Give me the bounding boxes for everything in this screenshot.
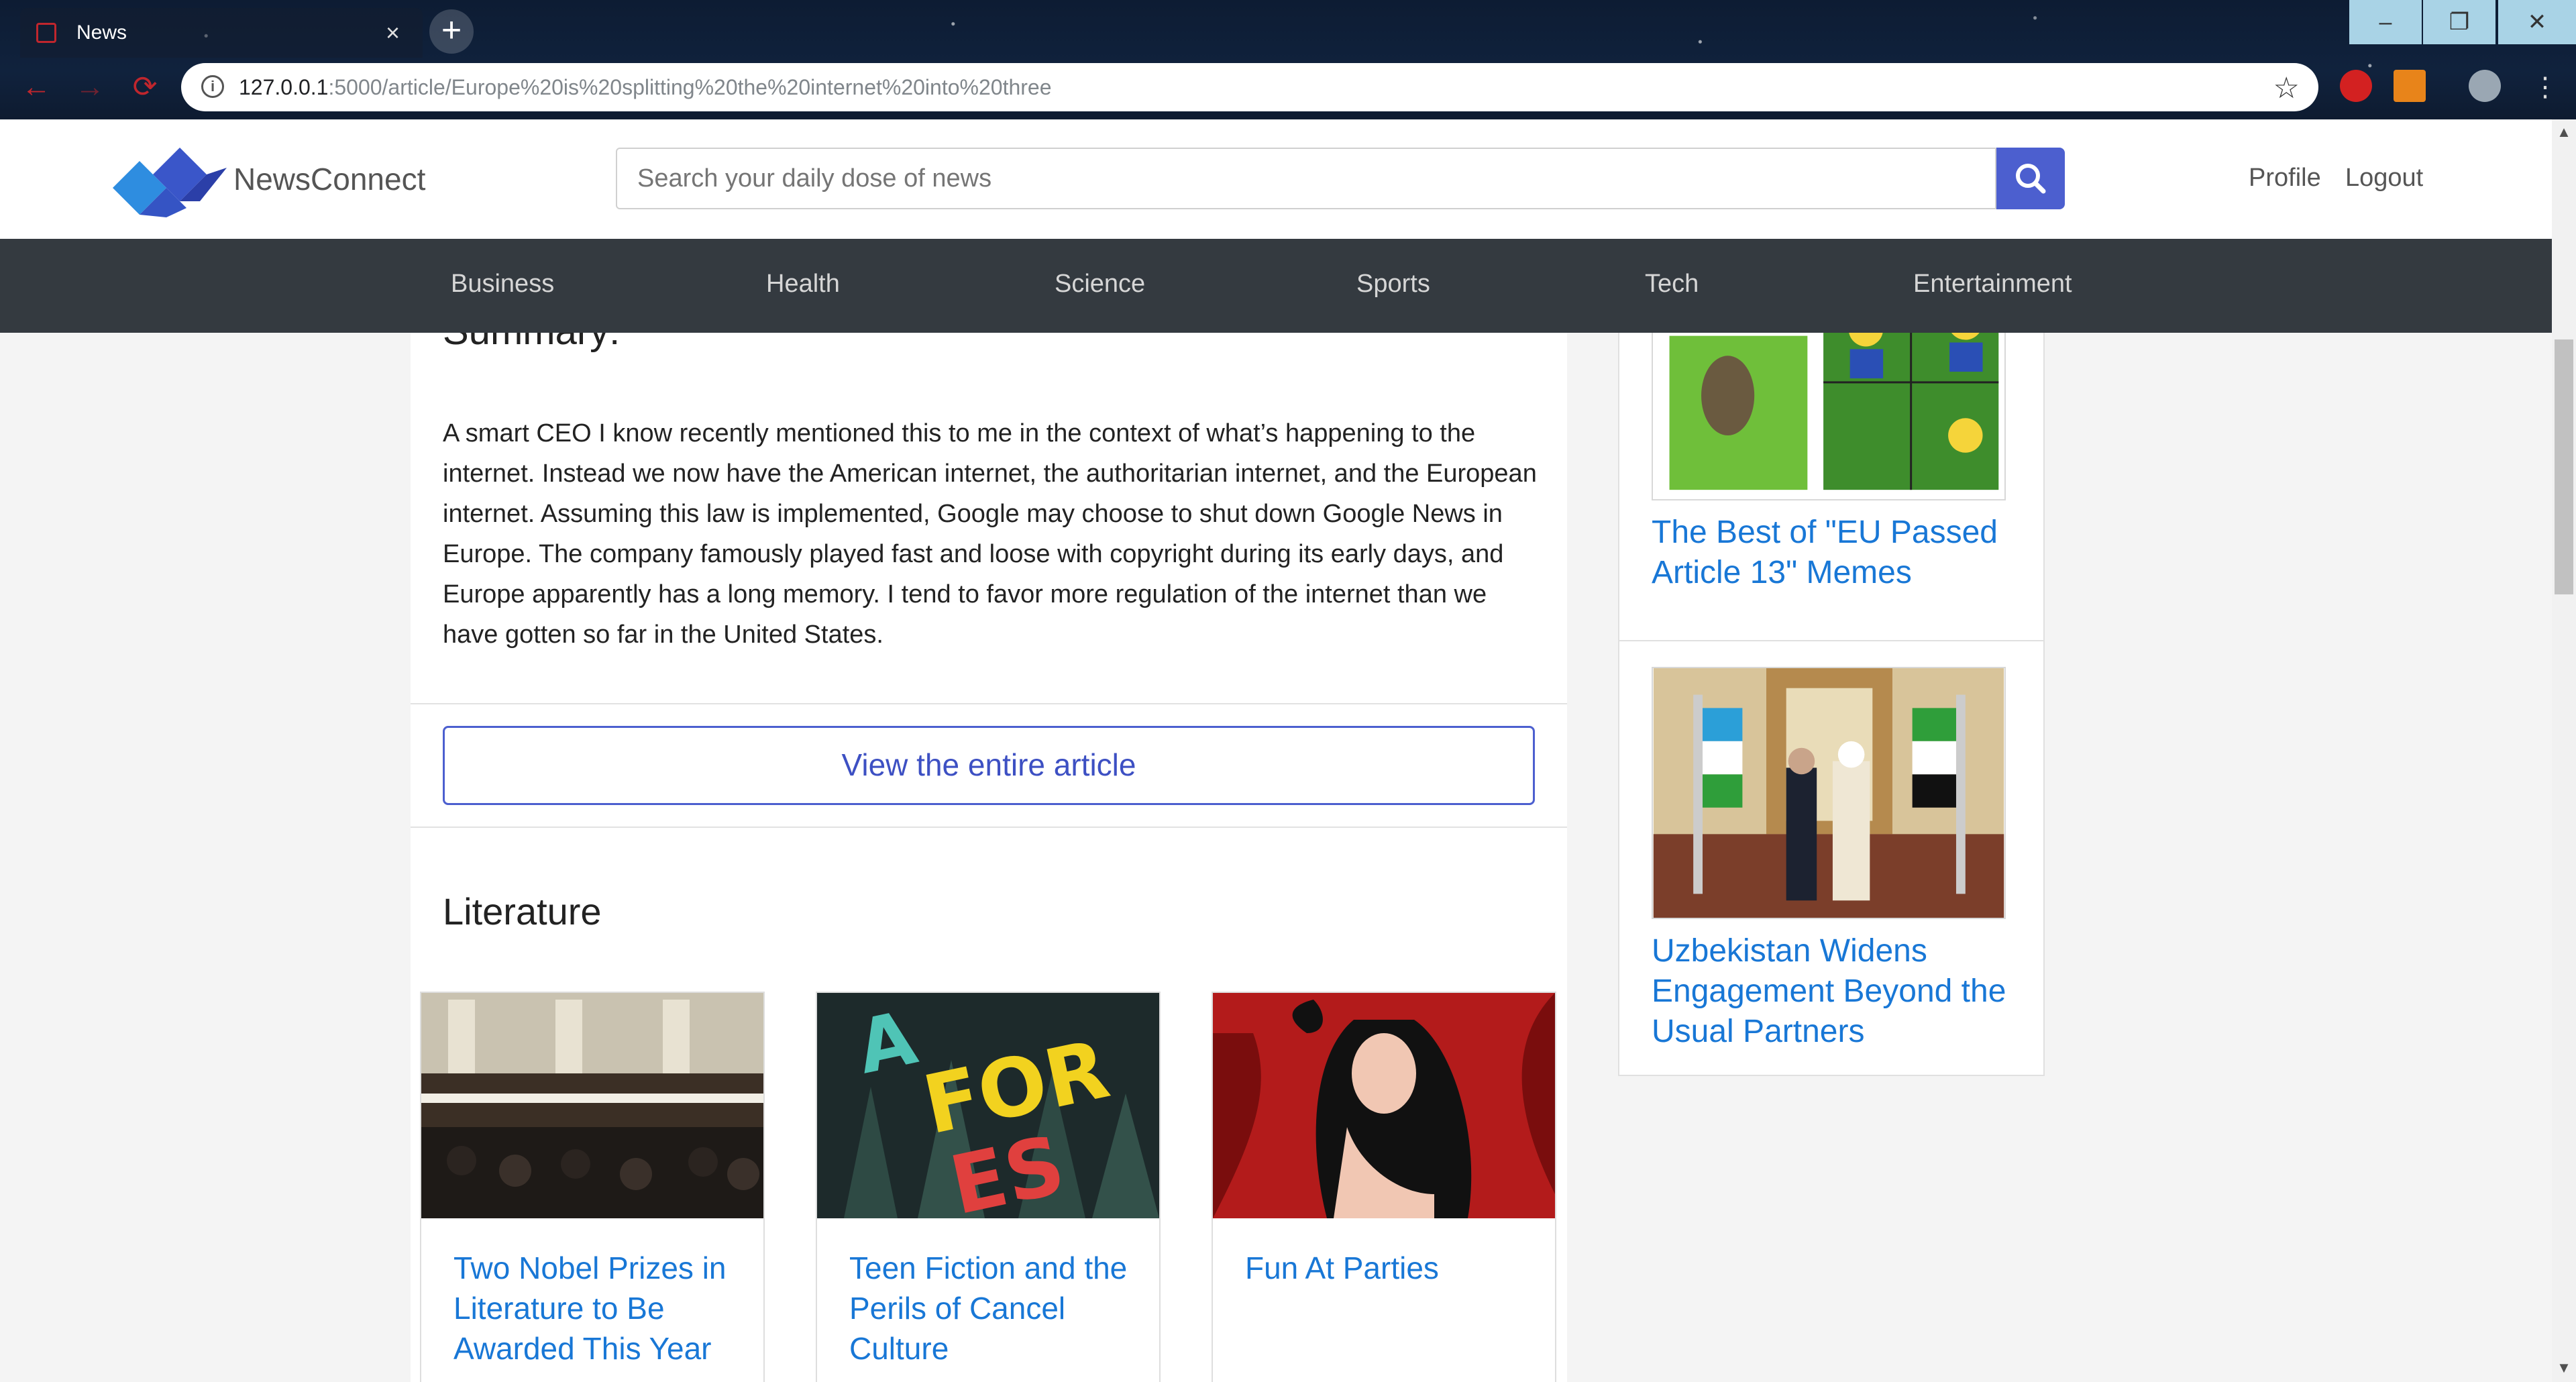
search-icon	[2016, 164, 2046, 194]
scroll-up-icon[interactable]: ▲	[2555, 123, 2573, 142]
profile-link[interactable]: Profile	[2249, 164, 2321, 193]
sidebar-item-title[interactable]: The Best of "EU Passed Article 13" Memes	[1652, 513, 2027, 593]
nav-business[interactable]: Business	[451, 270, 554, 299]
brand-name[interactable]: NewsConnect	[233, 161, 425, 197]
nav-sports[interactable]: Sports	[1356, 270, 1430, 299]
extension-metamask-icon[interactable]	[2394, 70, 2426, 102]
logout-link[interactable]: Logout	[2345, 164, 2423, 193]
meme-image[interactable]	[1652, 333, 2006, 500]
url-host: 127.0.0.1	[239, 75, 329, 99]
search-button[interactable]	[1996, 148, 2065, 209]
card-title[interactable]: Teen Fiction and the Perils of Cancel Cu…	[849, 1248, 1138, 1369]
app-header: NewsConnect Profile Logout	[0, 119, 2552, 240]
diplomatic-meeting-image[interactable]	[1652, 667, 2006, 919]
nav-tech[interactable]: Tech	[1645, 270, 1699, 299]
divider	[1619, 640, 2043, 641]
tab-close-icon[interactable]: ×	[386, 19, 400, 47]
summary-heading: Summary:	[443, 333, 620, 354]
window-minimize-button[interactable]: –	[2349, 0, 2422, 44]
tab-favicon-icon	[36, 23, 56, 43]
search-input[interactable]	[616, 148, 1996, 209]
nav-entertainment[interactable]: Entertainment	[1913, 270, 2072, 299]
forward-arrow-icon[interactable]: →	[70, 67, 110, 107]
back-arrow-icon[interactable]: ←	[16, 67, 56, 107]
bookmark-star-icon[interactable]: ☆	[2273, 71, 2300, 105]
browser-menu-icon[interactable]: ⋮	[2525, 67, 2565, 107]
related-sidebar: The Best of "EU Passed Article 13" Memes	[1618, 333, 2045, 1076]
profile-avatar-icon[interactable]	[2469, 70, 2501, 102]
scrollbar-thumb[interactable]	[2555, 339, 2573, 594]
extension-shield-icon[interactable]	[2340, 70, 2372, 102]
url-path: :5000/article/Europe%20is%20splitting%20…	[328, 75, 1052, 99]
nobel-ceremony-image[interactable]	[421, 993, 763, 1218]
window-maximize-button[interactable]: ❐	[2423, 0, 2496, 44]
literature-card[interactable]: Fun At Parties	[1212, 992, 1556, 1382]
literature-heading: Literature	[443, 890, 602, 933]
window-close-button[interactable]: ✕	[2498, 0, 2576, 44]
site-info-icon[interactable]: i	[201, 75, 224, 98]
literature-card[interactable]: Two Nobel Prizes in Literature to Be Awa…	[420, 992, 765, 1382]
new-tab-button[interactable]: +	[429, 9, 474, 54]
category-navbar: Business Health Science Sports Tech Ente…	[0, 239, 2552, 333]
sidebar-item-title[interactable]: Uzbekistan Widens Engagement Beyond the …	[1652, 931, 2027, 1052]
page-scrollbar[interactable]	[2552, 119, 2576, 1382]
newsconnect-logo-icon[interactable]	[113, 148, 227, 217]
nav-science[interactable]: Science	[1055, 270, 1145, 299]
tab-title: News	[76, 21, 127, 44]
view-entire-article-button[interactable]: View the entire article	[443, 726, 1535, 805]
literature-card[interactable]: A FOR ES Teen Fiction and the Perils of …	[816, 992, 1161, 1382]
divider	[411, 827, 1567, 828]
illustration-image[interactable]	[1213, 993, 1555, 1218]
browser-chrome: News × + – ❐ ✕ ← → ⟳ i 127.0.0.1:5000/ar…	[0, 0, 2576, 119]
content-viewport: Summary: A smart CEO I know recently men…	[0, 333, 2552, 1382]
book-cover-image[interactable]: A FOR ES	[817, 993, 1159, 1218]
browser-tab[interactable]: News ×	[20, 8, 423, 58]
summary-text: A smart CEO I know recently mentioned th…	[443, 419, 1537, 649]
url-text[interactable]: 127.0.0.1:5000/article/Europe%20is%20spl…	[239, 75, 1052, 100]
divider	[411, 703, 1567, 704]
article-card: Summary: A smart CEO I know recently men…	[411, 333, 1567, 1382]
address-bar[interactable]: i 127.0.0.1:5000/article/Europe%20is%20s…	[181, 63, 2318, 111]
reload-icon[interactable]: ⟳	[125, 67, 165, 107]
nav-health[interactable]: Health	[766, 270, 840, 299]
scroll-down-icon[interactable]: ▼	[2555, 1359, 2573, 1378]
card-title[interactable]: Two Nobel Prizes in Literature to Be Awa…	[453, 1248, 742, 1369]
card-title[interactable]: Fun At Parties	[1245, 1248, 1534, 1288]
